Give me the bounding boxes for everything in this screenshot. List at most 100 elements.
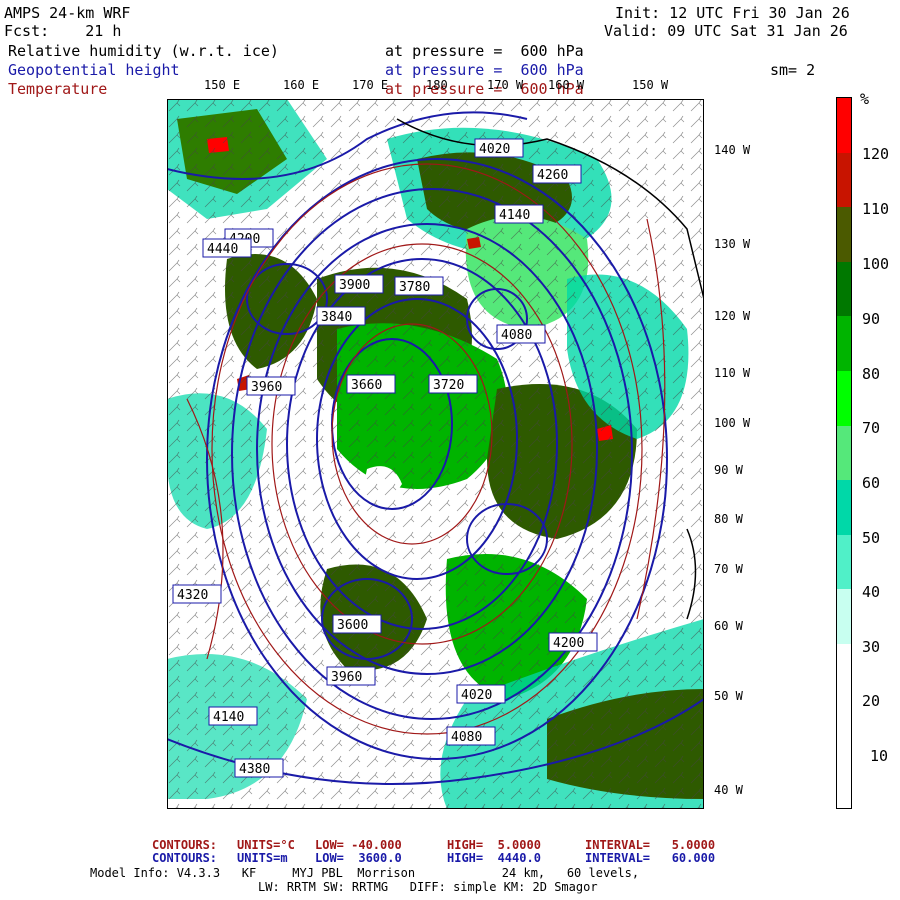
colorbar-label: 30 <box>862 638 881 656</box>
colorbar-segment <box>837 207 851 262</box>
contour-label: 3600 <box>332 614 382 634</box>
temp-contours-label: CONTOURS: <box>152 838 218 852</box>
colorbar <box>836 97 852 809</box>
svg-text:4320: 4320 <box>177 588 208 603</box>
height-contours-label: CONTOURS: <box>152 851 218 865</box>
contour-label: 3960 <box>246 376 296 396</box>
weather-map: 4020 4260 4200 4140 3900 3840 3780 3720 … <box>167 99 704 809</box>
colorbar-label: 60 <box>862 474 881 492</box>
colorbar-label: 90 <box>862 310 881 328</box>
colorbar-segment <box>837 371 851 426</box>
svg-text:4080: 4080 <box>451 730 482 745</box>
svg-text:4200: 4200 <box>553 636 584 651</box>
svg-text:3960: 3960 <box>331 670 362 685</box>
init-time: Init: 12 UTC Fri 30 Jan 26 <box>615 4 850 22</box>
lat-label: 80 W <box>714 512 743 526</box>
lon-label: 160 W <box>548 78 585 92</box>
colorbar-segment <box>837 753 851 808</box>
colorbar-label: 120 <box>862 145 890 163</box>
contour-label: 3780 <box>394 276 444 296</box>
lat-label: 120 W <box>714 309 751 323</box>
temp-contours-high: HIGH= 5.0000 <box>447 838 541 852</box>
valid-time: Valid: 09 UTC Sat 31 Jan 26 <box>604 22 848 40</box>
contour-label: 4080 <box>446 726 496 746</box>
height-contours-interval: INTERVAL= 60.000 <box>585 851 716 865</box>
contour-label: 3660 <box>346 374 396 394</box>
colorbar-label: 70 <box>862 419 881 437</box>
contour-label: 4140 <box>208 706 258 726</box>
svg-text:3900: 3900 <box>339 278 370 293</box>
colorbar-unit: % <box>860 90 870 108</box>
lat-label: 130 W <box>714 237 751 251</box>
lat-label: 60 W <box>714 619 743 633</box>
lon-label: 170 E <box>352 78 389 92</box>
colorbar-label: 40 <box>862 583 881 601</box>
temp-contours-low: LOW= -40.000 <box>315 838 402 852</box>
svg-text:3720: 3720 <box>433 378 464 393</box>
lat-label: 140 W <box>714 143 751 157</box>
colorbar-label: 100 <box>862 255 890 273</box>
contour-label: 4440 <box>202 238 252 258</box>
svg-text:3600: 3600 <box>337 618 368 633</box>
colorbar-label: 80 <box>862 365 881 383</box>
height-contours-low: LOW= 3600.0 <box>315 851 402 865</box>
svg-text:3840: 3840 <box>321 310 352 325</box>
svg-text:3960: 3960 <box>251 380 282 395</box>
contour-label: 3900 <box>334 274 384 294</box>
lat-label: 110 W <box>714 366 751 380</box>
lon-label: 170 W <box>487 78 524 92</box>
svg-text:4440: 4440 <box>207 242 238 257</box>
contour-label: 4260 <box>532 164 582 184</box>
smoothing-label: sm= 2 <box>770 61 816 79</box>
lon-label: 160 E <box>283 78 320 92</box>
colorbar-segment <box>837 152 851 208</box>
svg-text:4140: 4140 <box>499 208 530 223</box>
svg-text:4020: 4020 <box>461 688 492 703</box>
svg-text:4380: 4380 <box>239 762 270 777</box>
lon-label: 180 <box>426 78 448 92</box>
model-info-line1: Model Info: V4.3.3 KF MYJ PBL Morrison 2… <box>90 866 640 880</box>
field-height-pressure: at pressure = 600 hPa <box>385 61 584 79</box>
colorbar-segment <box>837 480 851 535</box>
temp-contours-units: UNITS=°C <box>237 838 295 852</box>
temp-contours-interval: INTERVAL= 5.0000 <box>585 838 716 852</box>
lat-label: 40 W <box>714 783 743 797</box>
wind-barbs <box>167 99 704 809</box>
svg-text:4260: 4260 <box>537 168 568 183</box>
colorbar-label: 50 <box>862 529 881 547</box>
colorbar-segment <box>837 425 851 481</box>
colorbar-label: 20 <box>862 692 881 710</box>
colorbar-segment <box>837 534 851 590</box>
lon-label: 150 E <box>204 78 241 92</box>
lat-label: 70 W <box>714 562 743 576</box>
contour-label: 3840 <box>316 306 366 326</box>
lon-label: 150 W <box>632 78 669 92</box>
field-rh-pressure: at pressure = 600 hPa <box>385 42 584 60</box>
height-contours-high: HIGH= 4440.0 <box>447 851 541 865</box>
svg-text:4140: 4140 <box>213 710 244 725</box>
svg-text:4020: 4020 <box>479 142 510 157</box>
contour-label: 4020 <box>456 684 506 704</box>
contour-label: 4200 <box>548 632 598 652</box>
lat-label: 50 W <box>714 689 743 703</box>
lat-label: 100 W <box>714 416 751 430</box>
svg-text:4080: 4080 <box>501 328 532 343</box>
model-info-line2: LW: RRTM SW: RRTMG DIFF: simple KM: 2D S… <box>258 880 598 894</box>
field-temp-name: Temperature <box>8 80 108 98</box>
colorbar-label: 10 <box>870 747 889 765</box>
contour-label: 4020 <box>474 138 524 158</box>
model-title: AMPS 24-km WRF <box>4 4 131 22</box>
colorbar-label: 110 <box>862 200 890 218</box>
forecast-hour: Fcst: 21 h <box>4 22 122 40</box>
contour-label: 4320 <box>172 584 222 604</box>
colorbar-segment <box>837 644 851 699</box>
colorbar-segment <box>837 698 851 754</box>
contour-label: 3720 <box>428 374 478 394</box>
colorbar-segment <box>837 589 851 645</box>
svg-text:3780: 3780 <box>399 280 430 295</box>
colorbar-segment <box>837 316 851 372</box>
height-contours-units: UNITS=m <box>237 851 288 865</box>
contour-label: 4080 <box>496 324 546 344</box>
field-height-name: Geopotential height <box>8 61 180 79</box>
contour-label: 3960 <box>326 666 376 686</box>
